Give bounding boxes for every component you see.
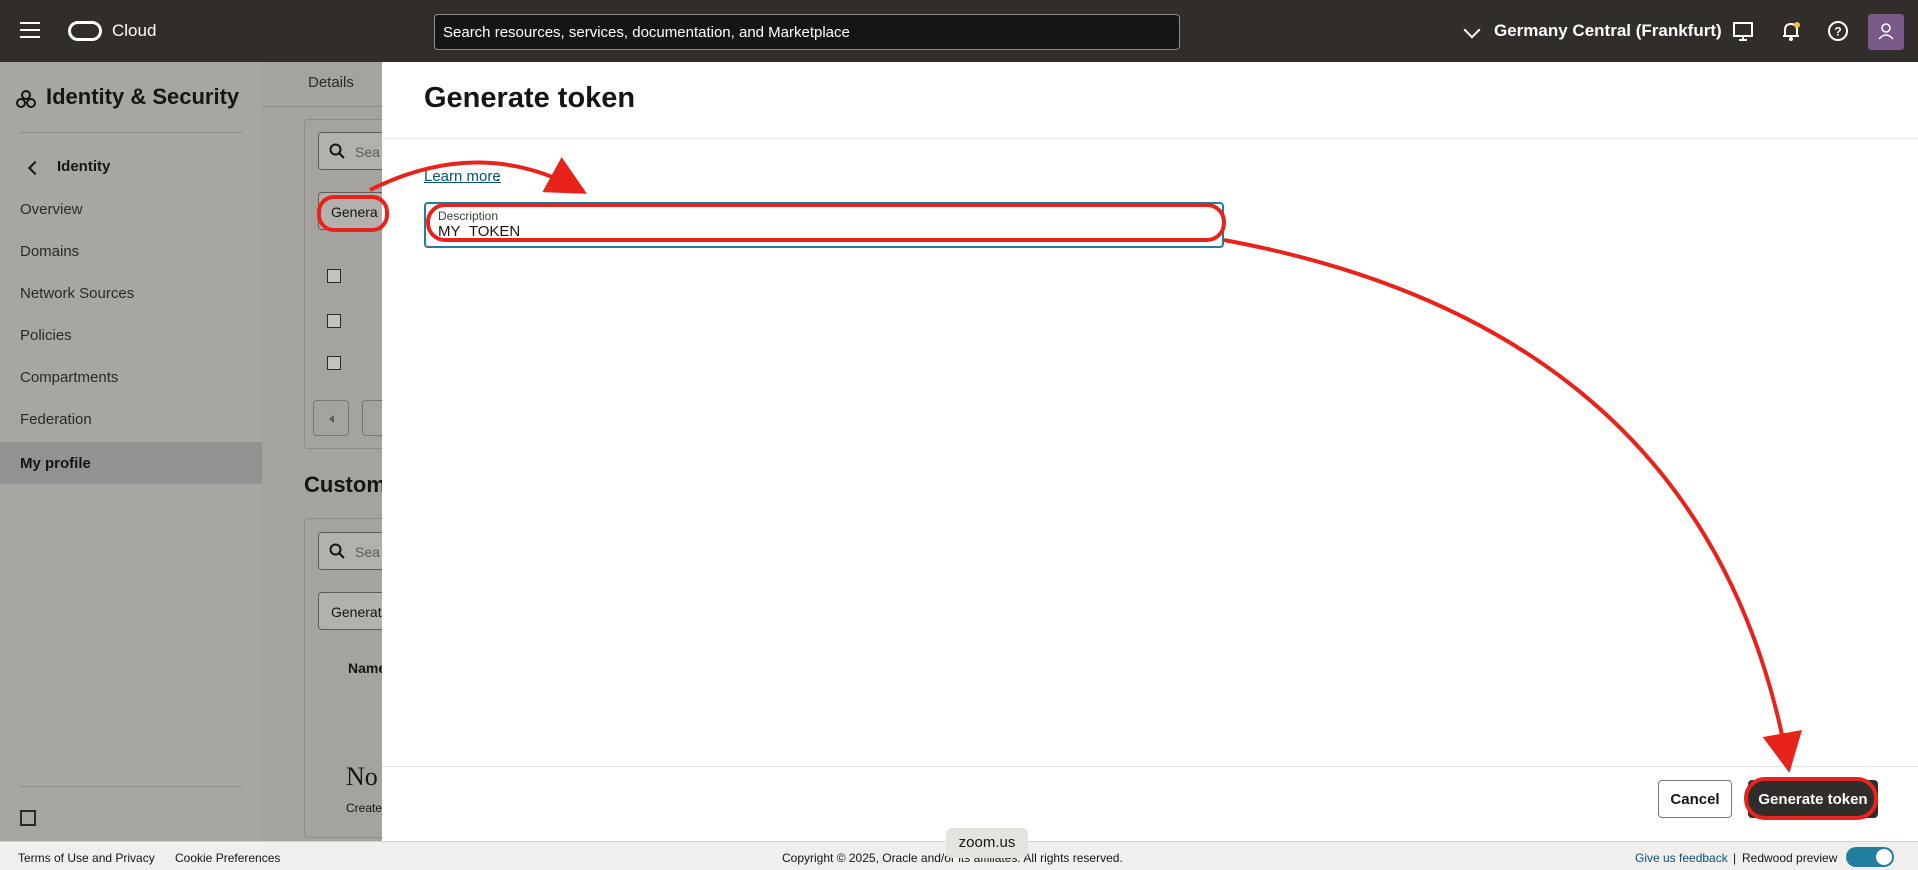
redwood-preview-toggle[interactable] bbox=[1846, 847, 1894, 867]
empty-state-text: Create bbox=[346, 801, 382, 815]
column-header-name: Name bbox=[348, 660, 382, 676]
brand-name[interactable]: Cloud bbox=[112, 21, 156, 41]
drawer-title: Generate token bbox=[424, 82, 636, 114]
bell-icon[interactable] bbox=[1780, 20, 1802, 42]
search-placeholder: Sea bbox=[355, 144, 380, 160]
description-field[interactable]: Description MY_TOKEN bbox=[424, 202, 1224, 248]
prev-page-button[interactable] bbox=[313, 400, 349, 436]
learn-more-link[interactable]: Learn more bbox=[424, 168, 501, 185]
sidebar-item-policies[interactable]: Policies bbox=[20, 327, 72, 344]
row-checkbox[interactable] bbox=[327, 314, 341, 328]
divider bbox=[382, 766, 1918, 767]
identity-security-icon bbox=[16, 90, 36, 108]
search-placeholder: Sea bbox=[355, 544, 380, 560]
redwood-preview-label: Redwood preview bbox=[1742, 851, 1838, 865]
divider bbox=[20, 786, 242, 787]
divider bbox=[20, 132, 242, 133]
footer-separator: | bbox=[1733, 851, 1737, 865]
row-checkbox[interactable] bbox=[327, 269, 341, 283]
cloud-shell-icon[interactable] bbox=[1732, 20, 1754, 42]
menu-icon[interactable] bbox=[20, 22, 40, 38]
global-search-input[interactable]: Search resources, services, documentatio… bbox=[434, 14, 1180, 50]
sidebar-item-overview[interactable]: Overview bbox=[20, 201, 83, 218]
cloud-logo[interactable] bbox=[68, 21, 102, 41]
sidebar-item-my-profile[interactable]: My profile bbox=[0, 442, 262, 484]
row-checkbox[interactable] bbox=[327, 356, 341, 370]
chevron-left-icon bbox=[329, 415, 334, 423]
chevron-down-icon[interactable] bbox=[1463, 21, 1481, 39]
generate-token-drawer: Generate token Learn more . Description … bbox=[382, 62, 1918, 841]
sidebar-item-compartments[interactable]: Compartments bbox=[20, 369, 118, 386]
region-selector[interactable]: Germany Central (Frankfurt) bbox=[1494, 21, 1722, 41]
sidebar-title: Identity & Security bbox=[46, 84, 240, 109]
generate-token-button[interactable]: Generate token bbox=[1748, 780, 1878, 818]
user-avatar[interactable] bbox=[1868, 14, 1904, 50]
divider bbox=[382, 138, 1918, 139]
generate-button-2[interactable]: Generat bbox=[318, 592, 382, 630]
generate-token-open-button[interactable]: Genera bbox=[318, 192, 382, 230]
search-input-2[interactable]: Sea bbox=[318, 532, 382, 570]
top-bar: Cloud Search resources, services, docume… bbox=[0, 0, 1918, 62]
cookie-preferences-link[interactable]: Cookie Preferences bbox=[175, 851, 280, 865]
zoom-share-label: zoom.us bbox=[946, 828, 1028, 858]
description-label: Description bbox=[438, 209, 499, 223]
description-input[interactable]: MY_TOKEN bbox=[438, 223, 1210, 240]
sidebar: Identity & Security Identity Overview Do… bbox=[0, 62, 262, 841]
sidebar-section-identity[interactable]: Identity bbox=[57, 158, 110, 175]
period: . bbox=[496, 168, 501, 185]
tab-details[interactable]: Details bbox=[308, 74, 354, 91]
feedback-link[interactable]: Give us feedback bbox=[1635, 851, 1728, 865]
svg-text:?: ? bbox=[1834, 25, 1841, 39]
back-chevron-icon[interactable] bbox=[27, 160, 43, 176]
search-icon bbox=[329, 143, 345, 159]
sidebar-item-domains[interactable]: Domains bbox=[20, 243, 79, 260]
empty-state-title: No bbox=[346, 762, 378, 791]
divider bbox=[262, 106, 382, 107]
token-search-input[interactable]: Sea bbox=[318, 132, 382, 170]
search-icon bbox=[329, 543, 345, 559]
terms-link[interactable]: Terms of Use and Privacy bbox=[18, 851, 155, 865]
collapse-sidebar-icon[interactable] bbox=[20, 810, 36, 826]
user-icon bbox=[1878, 23, 1894, 40]
next-page-button[interactable] bbox=[362, 400, 382, 436]
background-page: Details Sea Genera Custom Sea Generat Na… bbox=[262, 62, 382, 841]
sidebar-item-network-sources[interactable]: Network Sources bbox=[20, 285, 134, 302]
sidebar-item-federation[interactable]: Federation bbox=[20, 411, 92, 428]
cancel-button[interactable]: Cancel bbox=[1658, 780, 1732, 818]
section-heading: Custom bbox=[304, 472, 382, 497]
help-icon[interactable]: ? bbox=[1827, 20, 1849, 42]
